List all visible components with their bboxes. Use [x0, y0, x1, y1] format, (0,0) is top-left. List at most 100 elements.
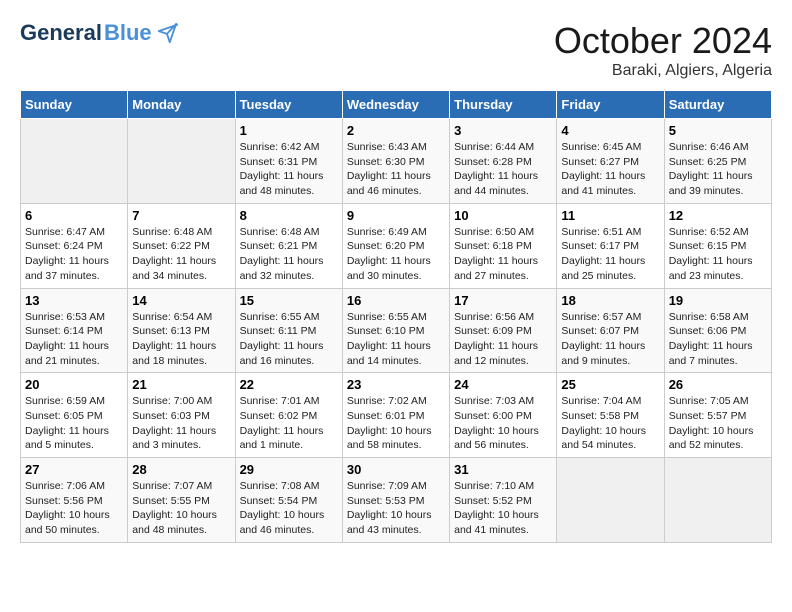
weekday-header-tuesday: Tuesday: [235, 91, 342, 119]
day-number: 28: [132, 462, 230, 477]
weekday-header-thursday: Thursday: [450, 91, 557, 119]
day-info: Sunrise: 7:02 AM Sunset: 6:01 PM Dayligh…: [347, 394, 445, 453]
calendar-cell: 1Sunrise: 6:42 AM Sunset: 6:31 PM Daylig…: [235, 119, 342, 204]
calendar-cell: 19 Sunrise: 6:58 AM Sunset: 6:06 PM Dayli…: [664, 288, 771, 373]
calendar-cell: [557, 458, 664, 543]
day-number: 6: [25, 208, 123, 223]
day-info: Sunrise: 6:55 AM Sunset: 6:10 PM Dayligh…: [347, 310, 445, 369]
day-number: 12: [669, 208, 767, 223]
calendar-cell: 27Sunrise: 7:06 AM Sunset: 5:56 PM Dayli…: [21, 458, 128, 543]
calendar-cell: 31Sunrise: 7:10 AM Sunset: 5:52 PM Dayli…: [450, 458, 557, 543]
day-number: 29: [240, 462, 338, 477]
day-info: Sunrise: 6:49 AM Sunset: 6:20 PM Dayligh…: [347, 225, 445, 284]
day-number: 24: [454, 377, 552, 392]
day-number: 21: [132, 377, 230, 392]
logo-general: General: [20, 20, 102, 46]
calendar-cell: 26 Sunrise: 7:05 AM Sunset: 5:57 PM Dayli…: [664, 373, 771, 458]
day-number: 9: [347, 208, 445, 223]
calendar-cell: 4 Sunrise: 6:45 AM Sunset: 6:27 PM Daylig…: [557, 119, 664, 204]
day-info: Sunrise: 6:47 AM Sunset: 6:24 PM Dayligh…: [25, 225, 123, 284]
calendar-cell: 23 Sunrise: 7:02 AM Sunset: 6:01 PM Dayli…: [342, 373, 449, 458]
calendar-cell: 28 Sunrise: 7:07 AM Sunset: 5:55 PM Dayli…: [128, 458, 235, 543]
weekday-header-saturday: Saturday: [664, 91, 771, 119]
calendar-cell: 2Sunrise: 6:43 AM Sunset: 6:30 PM Daylig…: [342, 119, 449, 204]
calendar-cell: 8 Sunrise: 6:48 AM Sunset: 6:21 PM Daylig…: [235, 203, 342, 288]
calendar-cell: 5 Sunrise: 6:46 AM Sunset: 6:25 PM Daylig…: [664, 119, 771, 204]
week-row-2: 6 Sunrise: 6:47 AM Sunset: 6:24 PM Daylig…: [21, 203, 772, 288]
day-number: 19: [669, 293, 767, 308]
day-info: Sunrise: 6:58 AM Sunset: 6:06 PM Dayligh…: [669, 310, 767, 369]
calendar-cell: 29 Sunrise: 7:08 AM Sunset: 5:54 PM Dayli…: [235, 458, 342, 543]
logo-bird-icon: [156, 22, 178, 44]
day-info: Sunrise: 6:48 AM Sunset: 6:21 PM Dayligh…: [240, 225, 338, 284]
day-number: 18: [561, 293, 659, 308]
day-info: Sunrise: 6:54 AM Sunset: 6:13 PM Dayligh…: [132, 310, 230, 369]
calendar-cell: 10 Sunrise: 6:50 AM Sunset: 6:18 PM Dayli…: [450, 203, 557, 288]
day-number: 25: [561, 377, 659, 392]
calendar-cell: [128, 119, 235, 204]
day-info: Sunrise: 7:08 AM Sunset: 5:54 PM Dayligh…: [240, 479, 338, 538]
day-number: 22: [240, 377, 338, 392]
page-header: General Blue October 2024 Baraki, Algier…: [20, 20, 772, 80]
day-info: Sunrise: 7:07 AM Sunset: 5:55 PM Dayligh…: [132, 479, 230, 538]
calendar-cell: 3 Sunrise: 6:44 AM Sunset: 6:28 PM Daylig…: [450, 119, 557, 204]
day-info: Sunrise: 7:03 AM Sunset: 6:00 PM Dayligh…: [454, 394, 552, 453]
calendar-cell: 30Sunrise: 7:09 AM Sunset: 5:53 PM Dayli…: [342, 458, 449, 543]
day-info: Sunrise: 6:43 AM Sunset: 6:30 PM Dayligh…: [347, 140, 445, 199]
day-info: Sunrise: 6:57 AM Sunset: 6:07 PM Dayligh…: [561, 310, 659, 369]
day-number: 5: [669, 123, 767, 138]
day-info: Sunrise: 7:05 AM Sunset: 5:57 PM Dayligh…: [669, 394, 767, 453]
day-number: 26: [669, 377, 767, 392]
calendar-cell: 15Sunrise: 6:55 AM Sunset: 6:11 PM Dayli…: [235, 288, 342, 373]
day-info: Sunrise: 6:59 AM Sunset: 6:05 PM Dayligh…: [25, 394, 123, 453]
day-number: 11: [561, 208, 659, 223]
day-number: 30: [347, 462, 445, 477]
week-row-5: 27Sunrise: 7:06 AM Sunset: 5:56 PM Dayli…: [21, 458, 772, 543]
day-number: 17: [454, 293, 552, 308]
calendar-cell: [21, 119, 128, 204]
weekday-header-friday: Friday: [557, 91, 664, 119]
day-number: 8: [240, 208, 338, 223]
weekday-header-wednesday: Wednesday: [342, 91, 449, 119]
calendar-cell: 7 Sunrise: 6:48 AM Sunset: 6:22 PM Daylig…: [128, 203, 235, 288]
calendar-cell: 17 Sunrise: 6:56 AM Sunset: 6:09 PM Dayli…: [450, 288, 557, 373]
day-info: Sunrise: 6:50 AM Sunset: 6:18 PM Dayligh…: [454, 225, 552, 284]
calendar-cell: 16 Sunrise: 6:55 AM Sunset: 6:10 PM Dayli…: [342, 288, 449, 373]
weekday-header-sunday: Sunday: [21, 91, 128, 119]
calendar-cell: 22 Sunrise: 7:01 AM Sunset: 6:02 PM Dayli…: [235, 373, 342, 458]
calendar-cell: 14 Sunrise: 6:54 AM Sunset: 6:13 PM Dayli…: [128, 288, 235, 373]
day-info: Sunrise: 6:45 AM Sunset: 6:27 PM Dayligh…: [561, 140, 659, 199]
day-info: Sunrise: 7:00 AM Sunset: 6:03 PM Dayligh…: [132, 394, 230, 453]
calendar-cell: 11 Sunrise: 6:51 AM Sunset: 6:17 PM Dayli…: [557, 203, 664, 288]
calendar-cell: 12Sunrise: 6:52 AM Sunset: 6:15 PM Dayli…: [664, 203, 771, 288]
logo: General Blue: [20, 20, 178, 46]
day-info: Sunrise: 6:44 AM Sunset: 6:28 PM Dayligh…: [454, 140, 552, 199]
day-number: 7: [132, 208, 230, 223]
calendar-cell: 20 Sunrise: 6:59 AM Sunset: 6:05 PM Dayli…: [21, 373, 128, 458]
day-info: Sunrise: 6:51 AM Sunset: 6:17 PM Dayligh…: [561, 225, 659, 284]
day-info: Sunrise: 6:56 AM Sunset: 6:09 PM Dayligh…: [454, 310, 552, 369]
day-number: 10: [454, 208, 552, 223]
day-number: 3: [454, 123, 552, 138]
day-number: 16: [347, 293, 445, 308]
weekday-header-monday: Monday: [128, 91, 235, 119]
calendar-cell: 25 Sunrise: 7:04 AM Sunset: 5:58 PM Dayli…: [557, 373, 664, 458]
day-info: Sunrise: 7:04 AM Sunset: 5:58 PM Dayligh…: [561, 394, 659, 453]
day-number: 23: [347, 377, 445, 392]
weekday-header-row: SundayMondayTuesdayWednesdayThursdayFrid…: [21, 91, 772, 119]
week-row-1: 1Sunrise: 6:42 AM Sunset: 6:31 PM Daylig…: [21, 119, 772, 204]
day-info: Sunrise: 6:46 AM Sunset: 6:25 PM Dayligh…: [669, 140, 767, 199]
calendar-cell: [664, 458, 771, 543]
calendar-table: SundayMondayTuesdayWednesdayThursdayFrid…: [20, 90, 772, 543]
day-number: 14: [132, 293, 230, 308]
day-info: Sunrise: 7:01 AM Sunset: 6:02 PM Dayligh…: [240, 394, 338, 453]
day-number: 20: [25, 377, 123, 392]
day-info: Sunrise: 7:06 AM Sunset: 5:56 PM Dayligh…: [25, 479, 123, 538]
day-info: Sunrise: 6:48 AM Sunset: 6:22 PM Dayligh…: [132, 225, 230, 284]
logo-blue: Blue: [104, 20, 152, 46]
calendar-cell: 24 Sunrise: 7:03 AM Sunset: 6:00 PM Dayli…: [450, 373, 557, 458]
day-number: 4: [561, 123, 659, 138]
day-number: 31: [454, 462, 552, 477]
calendar-cell: 18 Sunrise: 6:57 AM Sunset: 6:07 PM Dayli…: [557, 288, 664, 373]
day-number: 15: [240, 293, 338, 308]
